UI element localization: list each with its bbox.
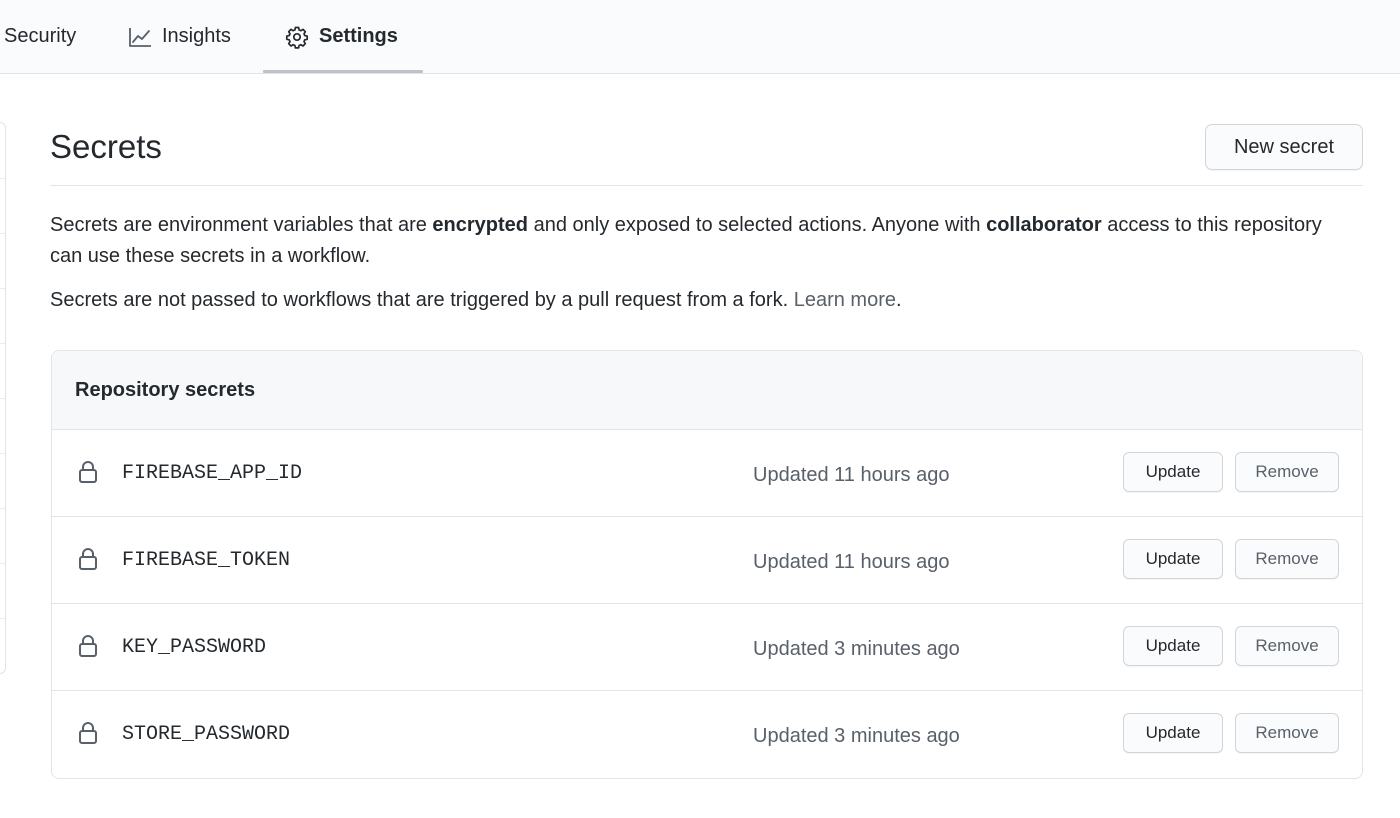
repo-tab-nav: Security Insights Settings [0, 0, 1400, 74]
secret-row: STORE_PASSWORD Updated 3 minutes ago Upd… [52, 691, 1362, 778]
selected-tab-indicator [263, 70, 423, 73]
graph-icon [128, 26, 152, 48]
secret-name: KEY_PASSWORD [122, 636, 267, 659]
secret-updated: Updated 3 minutes ago [753, 725, 960, 747]
lock-icon [78, 547, 98, 576]
remove-button[interactable]: Remove [1235, 539, 1339, 579]
gear-icon [285, 25, 309, 49]
repository-secrets-box: Repository secrets FIREBASE_APP_ID Updat… [51, 350, 1363, 779]
update-button[interactable]: Update [1123, 539, 1223, 579]
tab-settings[interactable]: Settings [285, 0, 398, 73]
tab-insights[interactable]: Insights [128, 0, 231, 73]
tab-security[interactable]: Security [4, 0, 76, 73]
lock-icon [78, 721, 98, 750]
update-button[interactable]: Update [1123, 713, 1223, 753]
tab-security-label: Security [4, 25, 77, 47]
description-text: Secrets are environment variables that a… [50, 214, 433, 236]
secret-updated: Updated 11 hours ago [753, 551, 950, 573]
secret-name: FIREBASE_APP_ID [122, 462, 303, 485]
remove-button[interactable]: Remove [1235, 452, 1339, 492]
tab-insights-label: Insights [162, 25, 231, 47]
description-emphasis-encrypted: encrypted [432, 214, 529, 236]
fork-notice: Secrets are not passed to workflows that… [50, 285, 1350, 316]
description-text: and only exposed to selected actions. An… [528, 214, 987, 236]
secret-updated: Updated 3 minutes ago [753, 638, 960, 660]
repository-secrets-title: Repository secrets [52, 351, 1362, 430]
remove-button[interactable]: Remove [1235, 626, 1339, 666]
secret-row: KEY_PASSWORD Updated 3 minutes ago Updat… [52, 604, 1362, 691]
lock-icon [78, 460, 98, 489]
fork-notice-period: . [895, 289, 902, 311]
update-button[interactable]: Update [1123, 452, 1223, 492]
header-divider [50, 185, 1363, 186]
learn-more-link[interactable]: Learn more [794, 289, 896, 311]
tab-settings-label: Settings [319, 25, 398, 47]
description-emphasis-collaborator: collaborator [986, 214, 1102, 236]
secret-name: STORE_PASSWORD [122, 723, 291, 746]
page-title: Secrets [50, 128, 162, 165]
secret-row: FIREBASE_APP_ID Updated 11 hours ago Upd… [52, 430, 1362, 517]
secret-name: FIREBASE_TOKEN [122, 549, 291, 572]
secret-row: FIREBASE_TOKEN Updated 11 hours ago Upda… [52, 517, 1362, 604]
secret-updated: Updated 11 hours ago [753, 464, 950, 486]
new-secret-button[interactable]: New secret [1205, 124, 1363, 170]
fork-notice-text: Secrets are not passed to workflows that… [50, 289, 794, 311]
update-button[interactable]: Update [1123, 626, 1223, 666]
settings-sidebar [0, 122, 6, 674]
secrets-description: Secrets are environment variables that a… [50, 210, 1350, 272]
remove-button[interactable]: Remove [1235, 713, 1339, 753]
lock-icon [78, 634, 98, 663]
